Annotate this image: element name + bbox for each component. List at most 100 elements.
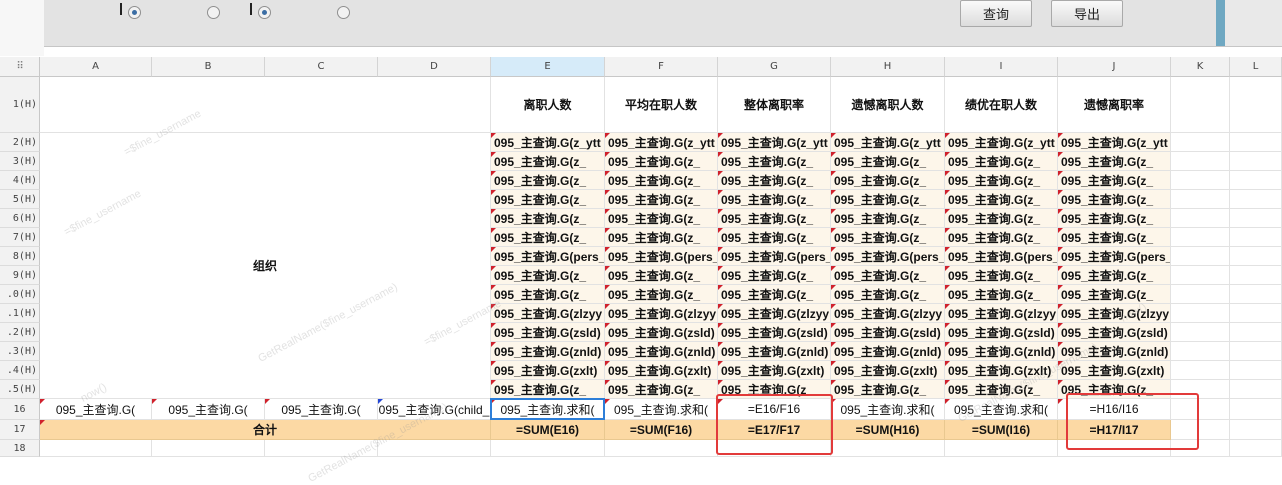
expression-cell[interactable]: 095_主查询.G(zsld): [718, 323, 831, 342]
expression-cell[interactable]: 095_主查询.G(z_: [1058, 209, 1171, 228]
expression-cell[interactable]: 095_主查询.G(z_: [945, 190, 1058, 209]
expression-cell[interactable]: 095_主查询.G(znld): [718, 342, 831, 361]
total-formula-cell[interactable]: =SUM(I16): [945, 420, 1058, 440]
expression-cell[interactable]: 095_主查询.G(pers_: [831, 247, 945, 266]
expression-cell[interactable]: 095_主查询.G(z_: [718, 380, 831, 399]
expression-cell[interactable]: 095_主查询.G(z_: [945, 209, 1058, 228]
column-header-k[interactable]: K: [1171, 57, 1230, 77]
empty-cell[interactable]: [1230, 190, 1282, 209]
expression-cell[interactable]: 095_主查询.G(z_: [945, 266, 1058, 285]
total-formula-cell[interactable]: =H17/I17: [1058, 420, 1171, 440]
expression-cell[interactable]: 095_主查询.G(z_: [831, 209, 945, 228]
expression-cell[interactable]: 095_主查询.G(z_: [945, 152, 1058, 171]
empty-cell[interactable]: [1171, 361, 1230, 380]
expression-cell[interactable]: 095_主查询.G(z_: [605, 152, 718, 171]
row-header[interactable]: 1(H): [0, 77, 40, 133]
empty-cell[interactable]: [1171, 440, 1230, 457]
expression-cell[interactable]: 095_主查询.G(z_: [605, 209, 718, 228]
column-title-cell[interactable]: 遗憾离职率: [1058, 77, 1171, 133]
row-header[interactable]: 2(H): [0, 133, 40, 152]
empty-cell[interactable]: [1230, 399, 1282, 420]
expression-cell[interactable]: 095_主查询.G(z_: [491, 380, 605, 399]
header-blank-cell[interactable]: [40, 77, 491, 133]
expression-cell[interactable]: 095_主查询.G(znld): [491, 342, 605, 361]
expression-cell[interactable]: 095_主查询.G(z_: [491, 209, 605, 228]
row-header[interactable]: .2(H): [0, 323, 40, 342]
expression-cell[interactable]: 095_主查询.G(z_: [831, 190, 945, 209]
empty-cell[interactable]: [1230, 342, 1282, 361]
expression-cell[interactable]: 095_主查询.G(z_: [1058, 228, 1171, 247]
expression-cell[interactable]: 095_主查询.G(zsld): [1058, 323, 1171, 342]
expression-cell[interactable]: 095_主查询.G(pers_: [945, 247, 1058, 266]
column-title-cell[interactable]: 绩优在职人数: [945, 77, 1058, 133]
row-header[interactable]: 6(H): [0, 209, 40, 228]
row-header[interactable]: .5(H): [0, 380, 40, 399]
expression-cell[interactable]: 095_主查询.G(z_: [1058, 285, 1171, 304]
expression-cell[interactable]: 095_主查询.G(z_: [945, 171, 1058, 190]
expression-cell[interactable]: 095_主查询.G(z_ytt: [831, 133, 945, 152]
radio-option-2[interactable]: [207, 6, 220, 19]
empty-cell[interactable]: [1171, 420, 1230, 440]
empty-cell[interactable]: [1230, 77, 1282, 133]
formula-cell[interactable]: =H16/I16: [1058, 399, 1171, 420]
row-header[interactable]: 7(H): [0, 228, 40, 247]
expression-cell[interactable]: 095_主查询.G(zlzyy: [831, 304, 945, 323]
expression-cell[interactable]: 095_主查询.G(z_: [491, 285, 605, 304]
row-header[interactable]: .4(H): [0, 361, 40, 380]
expression-cell[interactable]: 095_主查询.G(zsld): [491, 323, 605, 342]
expression-cell[interactable]: 095_主查询.G(pers_: [491, 247, 605, 266]
query-button[interactable]: 查询: [960, 0, 1032, 27]
column-header-l[interactable]: L: [1230, 57, 1282, 77]
expression-cell[interactable]: 095_主查询.G(z_: [605, 228, 718, 247]
empty-cell[interactable]: [1230, 228, 1282, 247]
column-header-d[interactable]: D: [378, 57, 491, 77]
column-header-h[interactable]: H: [831, 57, 945, 77]
empty-cell[interactable]: [1230, 323, 1282, 342]
expression-cell[interactable]: 095_主查询.G(zlzyy: [718, 304, 831, 323]
data-cell[interactable]: 095_主查询.求和(: [831, 399, 945, 420]
empty-cell[interactable]: [1230, 304, 1282, 323]
empty-cell[interactable]: [1171, 209, 1230, 228]
column-header-j[interactable]: J: [1058, 57, 1171, 77]
expression-cell[interactable]: 095_主查询.G(zxlt): [491, 361, 605, 380]
empty-cell[interactable]: [1171, 399, 1230, 420]
data-cell[interactable]: 095_主查询.求和(: [491, 399, 605, 420]
empty-cell[interactable]: [1171, 190, 1230, 209]
expression-cell[interactable]: 095_主查询.G(znld): [605, 342, 718, 361]
row-header[interactable]: 4(H): [0, 171, 40, 190]
data-cell[interactable]: 095_主查询.G(: [152, 399, 265, 420]
expression-cell[interactable]: 095_主查询.G(zsld): [605, 323, 718, 342]
expression-cell[interactable]: 095_主查询.G(z_: [491, 171, 605, 190]
total-formula-cell[interactable]: =E17/F17: [718, 420, 831, 440]
expression-cell[interactable]: 095_主查询.G(z_: [718, 190, 831, 209]
empty-cell[interactable]: [831, 440, 945, 457]
empty-cell[interactable]: [1230, 171, 1282, 190]
row-header[interactable]: .3(H): [0, 342, 40, 361]
expression-cell[interactable]: 095_主查询.G(znld): [945, 342, 1058, 361]
pane-splitter[interactable]: [1216, 0, 1225, 46]
column-header-g[interactable]: G: [718, 57, 831, 77]
expression-cell[interactable]: 095_主查询.G(z_: [605, 171, 718, 190]
data-cell[interactable]: 095_主查询.G(: [40, 399, 152, 420]
empty-cell[interactable]: [1171, 304, 1230, 323]
data-cell[interactable]: 095_主查询.G(child_: [378, 399, 491, 420]
empty-cell[interactable]: [945, 440, 1058, 457]
expression-cell[interactable]: 095_主查询.G(zlzyy: [1058, 304, 1171, 323]
expression-cell[interactable]: 095_主查询.G(z_ytt: [605, 133, 718, 152]
expression-cell[interactable]: 095_主查询.G(znld): [831, 342, 945, 361]
expression-cell[interactable]: 095_主查询.G(pers_: [605, 247, 718, 266]
empty-cell[interactable]: [1230, 266, 1282, 285]
empty-cell[interactable]: [40, 440, 152, 457]
expression-cell[interactable]: 095_主查询.G(z_: [605, 285, 718, 304]
empty-cell[interactable]: [1230, 361, 1282, 380]
data-cell[interactable]: 095_主查询.求和(: [605, 399, 718, 420]
expression-cell[interactable]: 095_主查询.G(pers_: [1058, 247, 1171, 266]
expression-cell[interactable]: 095_主查询.G(zlzyy: [945, 304, 1058, 323]
column-header-c[interactable]: C: [265, 57, 378, 77]
empty-cell[interactable]: [1230, 380, 1282, 399]
data-cell[interactable]: 095_主查询.求和(: [945, 399, 1058, 420]
empty-cell[interactable]: [1171, 323, 1230, 342]
empty-cell[interactable]: [1171, 266, 1230, 285]
empty-cell[interactable]: [1230, 133, 1282, 152]
column-title-cell[interactable]: 离职人数: [491, 77, 605, 133]
